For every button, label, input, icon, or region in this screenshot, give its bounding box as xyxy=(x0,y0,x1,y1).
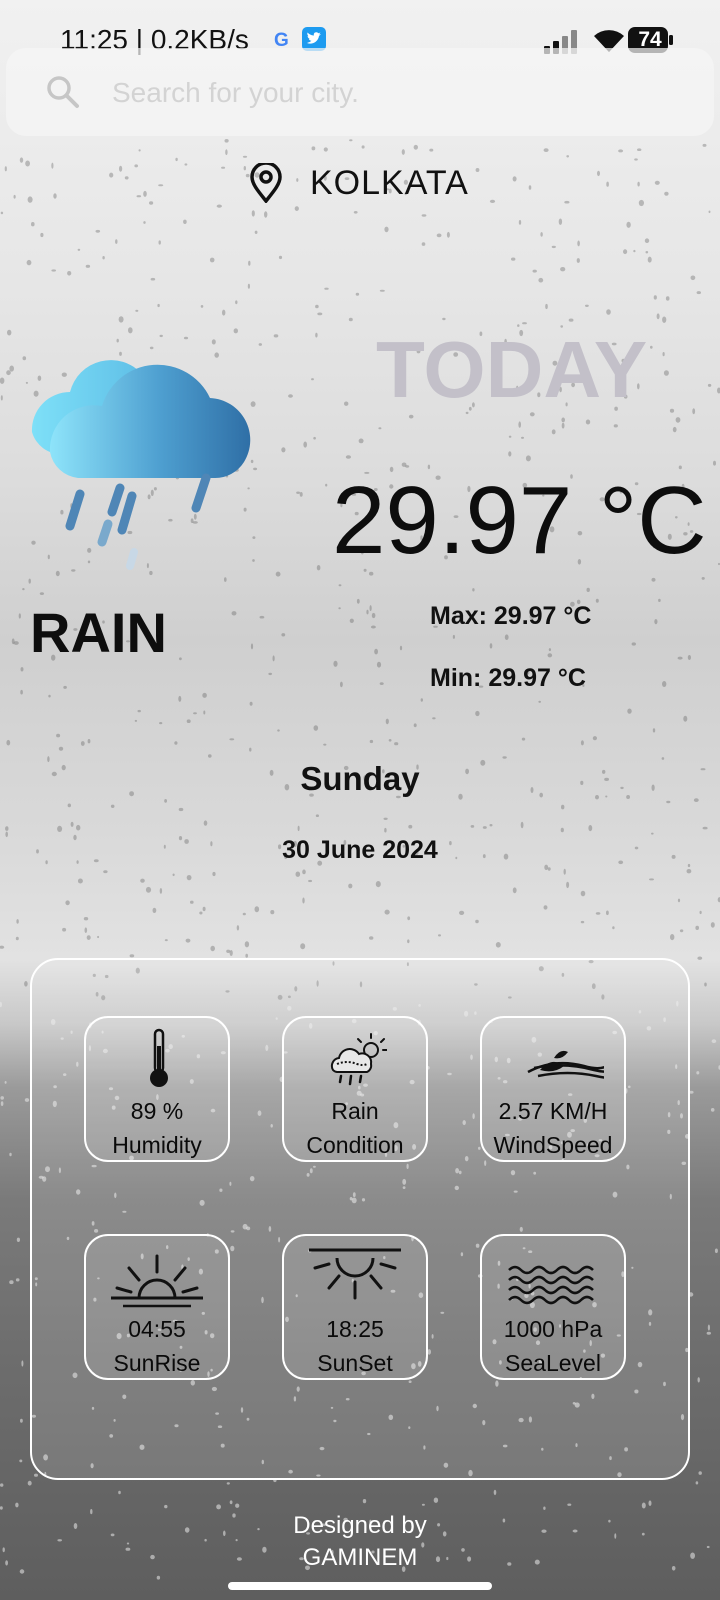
location-pin-icon xyxy=(250,163,282,203)
footer-line-1: Designed by xyxy=(293,1512,427,1539)
footer-line-2: GAMINEM xyxy=(302,1544,418,1571)
humidity-tile: 89 % Humidity xyxy=(84,1016,230,1162)
windspeed-value: 2.57 KM/H xyxy=(498,1098,608,1124)
sunrise-tile: 04:55 SunRise xyxy=(84,1234,230,1380)
wind-icon xyxy=(527,1050,604,1079)
thermometer-icon xyxy=(150,1028,168,1087)
condition-tile: Rain Condition xyxy=(282,1016,428,1162)
windspeed-label: WindSpeed xyxy=(493,1132,613,1158)
sunset-label: SunSet xyxy=(317,1350,393,1376)
sea-waves-icon xyxy=(508,1265,594,1305)
sunset-icon xyxy=(309,1248,401,1300)
google-icon: G xyxy=(274,30,289,50)
current-temperature: 29.97 °C xyxy=(332,467,707,574)
sunset-value: 18:25 xyxy=(326,1316,384,1342)
day-name: Sunday xyxy=(300,760,420,797)
weather-condition-title: RAIN xyxy=(30,601,167,664)
footer-credit: Designed by GAMINEM xyxy=(0,1510,720,1574)
humidity-value: 89 % xyxy=(130,1098,184,1124)
windspeed-tile: 2.57 KM/H WindSpeed xyxy=(480,1016,626,1162)
sunset-tile: 18:25 SunSet xyxy=(282,1234,428,1380)
sunrise-value: 04:55 xyxy=(128,1316,186,1342)
sunrise-icon xyxy=(111,1254,203,1308)
city-name: KOLKATA xyxy=(310,164,469,202)
rain-cloud-icon xyxy=(31,360,251,570)
humidity-label: Humidity xyxy=(112,1132,202,1158)
rain-cloud-sun-icon xyxy=(330,1033,387,1086)
sealevel-value: 1000 hPa xyxy=(503,1316,603,1342)
svg-text:G: G xyxy=(274,30,289,50)
search-icon[interactable] xyxy=(46,75,80,109)
condition-value: Rain xyxy=(331,1098,379,1124)
max-temperature: Max: 29.97 °C xyxy=(430,602,592,630)
weather-details-panel: 89 % Humidity Rain Condition 2.57 KM/H W… xyxy=(30,958,690,1480)
sunrise-label: SunRise xyxy=(113,1350,201,1376)
search-input[interactable] xyxy=(110,72,674,114)
condition-label: Condition xyxy=(306,1132,404,1158)
date-text: 30 June 2024 xyxy=(282,836,438,864)
sealevel-label: SeaLevel xyxy=(505,1350,601,1376)
home-indicator[interactable] xyxy=(228,1582,492,1590)
today-label: TODAY xyxy=(376,325,648,414)
min-temperature: Min: 29.97 °C xyxy=(430,664,586,692)
sealevel-tile: 1000 hPa SeaLevel xyxy=(480,1234,626,1380)
